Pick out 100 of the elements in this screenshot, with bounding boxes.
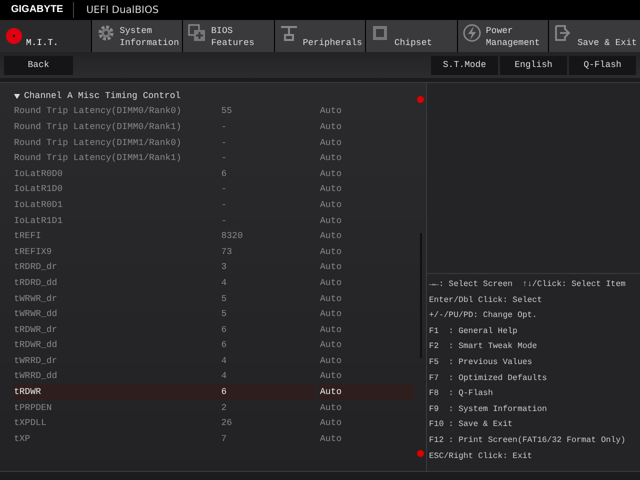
setting-value: 5: [221, 308, 228, 322]
setting-row[interactable]: tPRPDEN 2 Auto: [14, 400, 416, 416]
expand-arrow-icon[interactable]: [14, 94, 20, 99]
help-line: +/-/PU/PD: Change Opt.: [429, 310, 538, 322]
setting-option[interactable]: Auto: [319, 290, 414, 306]
setting-row[interactable]: Round Trip Latency(DIMM0/Rank0) 55 Auto: [14, 104, 416, 120]
setting-value: 4: [221, 354, 228, 368]
help-line: F8 : Q-Flash: [429, 388, 494, 400]
setting-name: IoLatR1D0: [14, 183, 64, 196]
setting-option[interactable]: Auto: [319, 384, 414, 400]
setting-name: tREFIX9: [14, 246, 53, 259]
setting-option[interactable]: Auto: [319, 119, 414, 135]
setting-row[interactable]: IoLatR1D1 - Auto: [14, 212, 416, 228]
setting-value: 3: [221, 261, 228, 274]
setting-option[interactable]: Auto: [319, 353, 414, 369]
toolbar-button[interactable]: English: [500, 56, 567, 74]
setting-name: Round Trip Latency(DIMM1/Rank0): [14, 136, 182, 150]
setting-row[interactable]: Round Trip Latency(DIMM1/Rank0) - Auto: [14, 134, 416, 150]
menu-tab[interactable]: Peripherals: [274, 20, 366, 52]
setting-row[interactable]: Round Trip Latency(DIMM0/Rank1) - Auto: [14, 119, 416, 135]
setting-option[interactable]: Auto: [319, 322, 414, 338]
setting-option[interactable]: Auto: [319, 212, 414, 228]
setting-value: 5: [221, 292, 228, 306]
setting-row[interactable]: tRDRD_dr 3 Auto: [14, 260, 416, 276]
setting-value: 4: [221, 276, 228, 290]
help-line: F12 : Print Screen(FAT16/32 Format Only): [429, 434, 627, 447]
section-title[interactable]: Channel A Misc Timing Control: [24, 90, 181, 101]
setting-value: 6: [221, 386, 228, 400]
menu-tab[interactable]: Save & Exit: [549, 20, 640, 52]
help-line: F2 : Smart Tweak Mode: [429, 341, 538, 354]
setting-option[interactable]: Auto: [319, 166, 414, 182]
setting-name: tXP: [14, 432, 32, 446]
scroll-up-icon[interactable]: [417, 96, 424, 103]
setting-option[interactable]: Auto: [319, 275, 414, 291]
setting-option[interactable]: Auto: [319, 260, 414, 276]
setting-name: Round Trip Latency(DIMM0/Rank0): [14, 105, 182, 118]
setting-value: 6: [221, 168, 228, 181]
help-line: →←: Select Screen ↑↓/Click: Select Item: [429, 279, 627, 291]
setting-row[interactable]: tREFIX9 73 Auto: [14, 244, 416, 260]
setting-name: Round Trip Latency(DIMM0/Rank1): [14, 120, 182, 134]
setting-name: tWRWR_dr: [14, 292, 58, 306]
help-line: F9 : System Information: [429, 404, 548, 416]
setting-row[interactable]: tWRRD_dd 4 Auto: [14, 368, 416, 384]
menu-tab[interactable]: Power Management: [458, 20, 548, 52]
setting-option[interactable]: Auto: [319, 228, 414, 244]
setting-row[interactable]: tRDRD_dd 4 Auto: [14, 275, 416, 291]
setting-name: Round Trip Latency(DIMM1/Rank1): [14, 152, 182, 166]
setting-option[interactable]: Auto: [319, 104, 414, 120]
setting-row[interactable]: tXPDLL 26 Auto: [14, 415, 416, 432]
setting-option[interactable]: Auto: [319, 431, 414, 447]
setting-value: -: [221, 120, 228, 134]
setting-option[interactable]: Auto: [319, 400, 414, 416]
setting-value: 55: [221, 105, 234, 118]
bios-title: UEFI DualBIOS: [85, 4, 159, 16]
setting-option[interactable]: Auto: [319, 415, 414, 432]
setting-row[interactable]: IoLatR0D1 - Auto: [14, 197, 416, 213]
setting-row[interactable]: tWRWR_dr 5 Auto: [14, 290, 416, 306]
setting-name: IoLatR0D0: [14, 168, 64, 181]
setting-row[interactable]: tRDWR_dd 6 Auto: [14, 338, 416, 354]
setting-row[interactable]: IoLatR1D0 - Auto: [14, 182, 416, 198]
setting-option[interactable]: Auto: [319, 368, 414, 384]
setting-option[interactable]: Auto: [319, 338, 414, 354]
setting-option[interactable]: Auto: [319, 197, 414, 213]
setting-value: 7: [221, 432, 228, 446]
setting-value: -: [221, 198, 228, 212]
setting-option[interactable]: Auto: [319, 244, 414, 260]
setting-value: 73: [221, 246, 234, 259]
setting-option[interactable]: Auto: [319, 134, 414, 150]
help-line: F7 : Optimized Defaults: [429, 372, 548, 385]
toolbar-button[interactable]: Q-Flash: [569, 56, 636, 74]
setting-row[interactable]: tRDWR_dr 6 Auto: [14, 322, 416, 338]
setting-row[interactable]: tXP 7 Auto: [14, 431, 416, 447]
help-line: ESC/Right Click: Exit: [429, 450, 534, 463]
setting-row[interactable]: tREFI 8320 Auto: [14, 228, 416, 244]
setting-option[interactable]: Auto: [319, 150, 414, 166]
setting-row[interactable]: tWRWR_dd 5 Auto: [14, 306, 416, 322]
connector-icon: [278, 23, 299, 43]
setting-value: 6: [221, 339, 228, 352]
setting-option[interactable]: Auto: [319, 182, 414, 198]
menu-tab[interactable]: System Information: [92, 20, 182, 52]
setting-name: IoLatR0D1: [14, 198, 64, 212]
setting-name: tRDWR: [14, 386, 42, 400]
setting-row[interactable]: IoLatR0D0 6 Auto: [14, 166, 416, 182]
toolbar-button[interactable]: Back: [4, 56, 73, 74]
menu-tab[interactable]: M.I.T.: [0, 20, 91, 52]
menu-tab[interactable]: BIOS Features: [183, 20, 274, 52]
setting-value: 2: [221, 402, 228, 415]
setting-name: tRDWR_dd: [14, 339, 58, 352]
setting-option[interactable]: Auto: [319, 306, 414, 322]
setting-row[interactable]: Round Trip Latency(DIMM1/Rank1) - Auto: [14, 150, 416, 166]
setting-name: tWRWR_dd: [14, 308, 58, 322]
toolbar-button[interactable]: S.T.Mode: [431, 56, 498, 74]
scroll-down-icon[interactable]: [417, 450, 424, 457]
menu-tab[interactable]: Chipset: [366, 20, 457, 52]
setting-row[interactable]: tWRRD_dr 4 Auto: [14, 353, 416, 369]
setting-name: tWRRD_dd: [14, 370, 58, 384]
setting-name: tXPDLL: [14, 417, 48, 430]
setting-name: tRDRD_dr: [14, 261, 58, 274]
setting-value: 26: [221, 417, 234, 430]
setting-value: 8320: [221, 230, 244, 244]
